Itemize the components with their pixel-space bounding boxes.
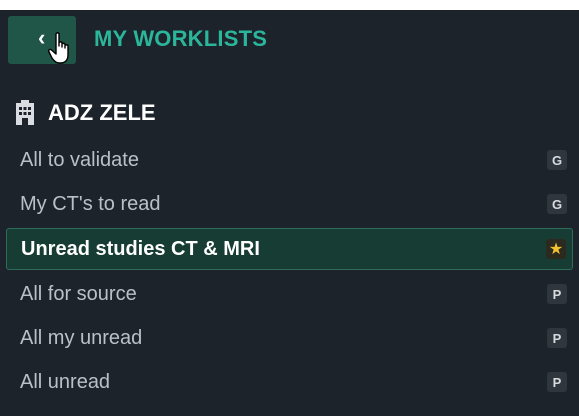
worklist-item[interactable]: All for source P — [6, 272, 573, 316]
worklist-badge: G — [547, 150, 567, 170]
hand-cursor-icon — [48, 32, 69, 64]
worklist-item[interactable]: All unread P — [6, 360, 573, 404]
worklist-badge: P — [547, 372, 567, 392]
chevron-left-icon: ‹ — [38, 25, 46, 50]
worklist-item[interactable]: My CT's to read G — [6, 182, 573, 226]
worklist-list: All to validate G My CT's to read G Unre… — [0, 138, 579, 404]
worklist-label: All unread — [20, 370, 111, 393]
star-icon: ★ — [546, 239, 566, 259]
worklist-label: All to validate — [20, 148, 139, 171]
worklist-badge: P — [547, 284, 567, 304]
worklist-label: Unread studies CT & MRI — [21, 237, 260, 260]
group-name: ADZ ZELE — [48, 100, 156, 125]
worklist-item[interactable]: All my unread P — [6, 316, 573, 360]
header: ‹ MY WORKLISTS — [0, 10, 579, 66]
worklist-badge: P — [547, 328, 567, 348]
worklist-label: All my unread — [20, 326, 143, 349]
worklist-badge: G — [547, 194, 567, 214]
worklist-item-active[interactable]: Unread studies CT & MRI ★ — [6, 228, 573, 270]
building-icon — [16, 100, 34, 125]
worklist-label: My CT's to read — [20, 192, 161, 215]
worklist-item[interactable]: All to validate G — [6, 138, 573, 182]
page-title: MY WORKLISTS — [94, 26, 268, 51]
worklist-label: All for source — [20, 282, 137, 305]
group-header: ADZ ZELE — [14, 98, 156, 128]
worklists-panel: ‹ MY WORKLISTS ADZ ZELE All to validate … — [0, 10, 579, 416]
